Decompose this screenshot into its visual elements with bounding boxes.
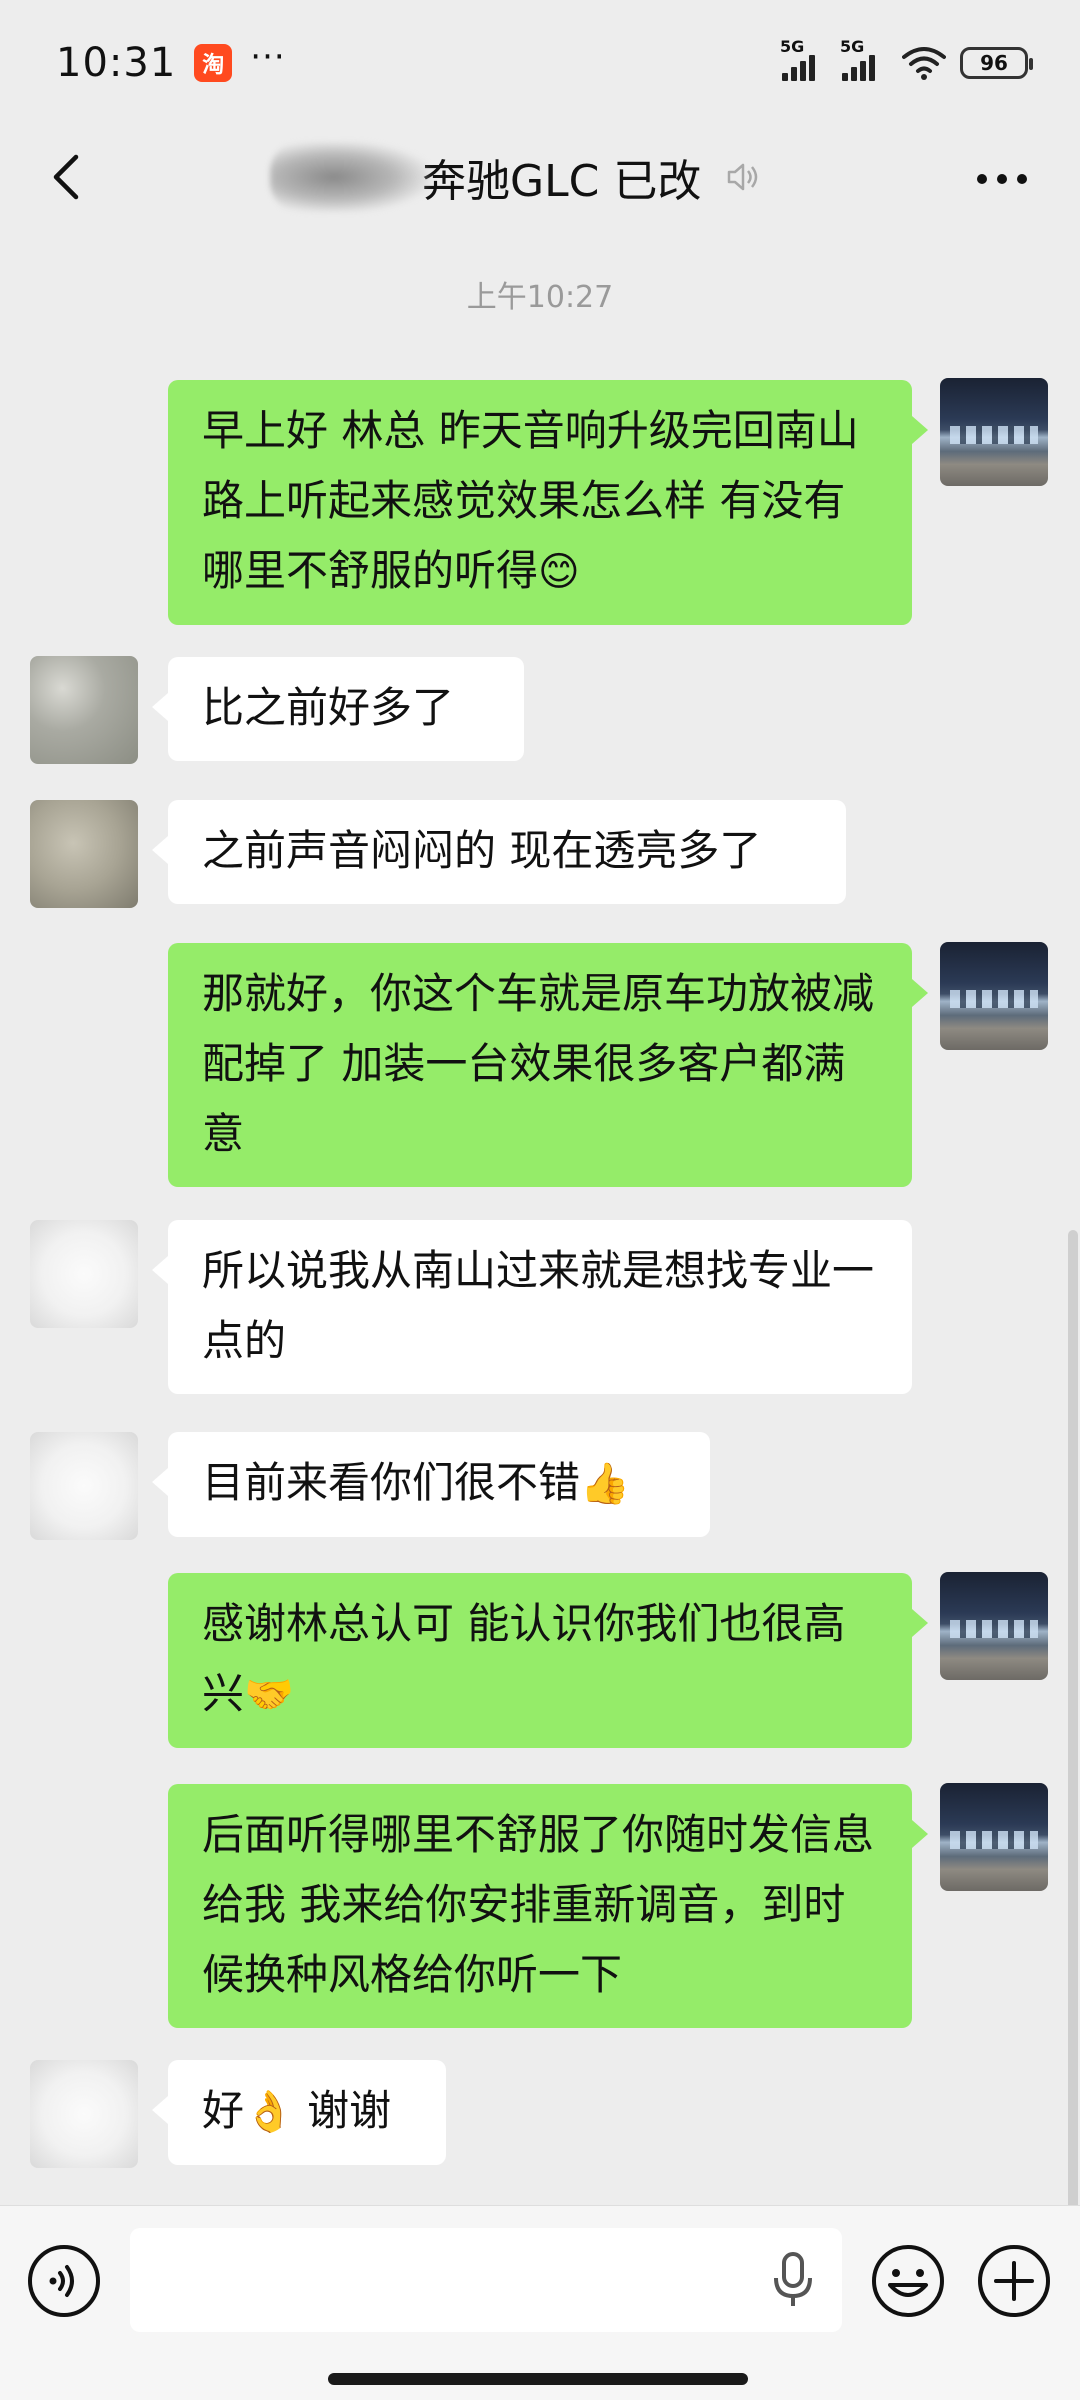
chat-title-group: 奔驰GLC 已改 xyxy=(270,142,761,212)
message-bubble-received[interactable]: 好👌 谢谢 xyxy=(152,2060,446,2165)
taobao-app-icon: 淘 xyxy=(194,43,233,82)
redacted-name-blur xyxy=(270,142,430,212)
emoji-picker-icon[interactable] xyxy=(870,2243,946,2319)
more-notifications-icon: ··· xyxy=(250,36,286,77)
status-bar: 10:31 淘 ··· 5G 5G 96 xyxy=(0,0,1080,125)
chat-title: 奔驰GLC 已改 xyxy=(422,156,702,207)
input-bar xyxy=(0,2205,1080,2400)
smiling-face-emoji: 😊 xyxy=(538,549,580,595)
back-arrow-icon[interactable] xyxy=(38,147,98,207)
status-time: 10:31 xyxy=(56,39,177,86)
message-bubble-received[interactable]: 比之前好多了 xyxy=(152,657,524,761)
microphone-icon[interactable] xyxy=(770,2250,816,2310)
message-bubble-sent[interactable]: 感谢林总认可 能认识你我们也很高兴🤝 xyxy=(168,1573,928,1748)
ok-hand-emoji: 👌 xyxy=(244,2089,294,2135)
my-avatar[interactable] xyxy=(940,1783,1048,1891)
message-bubble-received[interactable]: 所以说我从南山过来就是想找专业一点的 xyxy=(152,1220,912,1394)
thumbs-up-emoji: 👍 xyxy=(580,1461,630,1507)
message-bubble-received[interactable]: 之前声音闷闷的 现在透亮多了 xyxy=(152,800,846,904)
contact-avatar[interactable] xyxy=(30,1432,138,1540)
chat-header: 奔驰GLC 已改 xyxy=(0,125,1080,235)
message-timestamp: 上午10:27 xyxy=(466,280,614,315)
message-bubble-sent[interactable]: 早上好 林总 昨天音响升级完回南山路上听起来感觉效果怎么样 有没有哪里不舒服的听… xyxy=(168,380,928,625)
signal-5g-icon-2: 5G xyxy=(840,37,888,81)
battery-icon: 96 xyxy=(960,46,1033,79)
voice-mode-icon[interactable] xyxy=(26,2243,102,2319)
signal-5g-icon: 5G xyxy=(780,37,828,81)
contact-avatar[interactable] xyxy=(30,1220,138,1328)
contact-avatar[interactable] xyxy=(30,656,138,764)
my-avatar[interactable] xyxy=(940,378,1048,486)
status-left: 10:31 淘 ··· xyxy=(56,36,286,86)
message-bubble-received[interactable]: 目前来看你们很不错👍 xyxy=(152,1432,710,1537)
home-indicator[interactable] xyxy=(328,2373,748,2385)
chat-scrollbar[interactable] xyxy=(1068,1230,1078,2210)
my-avatar[interactable] xyxy=(940,942,1048,1050)
message-bubble-sent[interactable]: 后面听得哪里不舒服了你随时发信息给我 我来给你安排重新调音，到时候换种风格给你听… xyxy=(168,1784,928,2028)
contact-avatar[interactable] xyxy=(30,2060,138,2168)
status-right: 5G 5G 96 xyxy=(780,37,1033,81)
handshake-emoji: 🤝 xyxy=(244,1672,294,1718)
add-attachment-icon[interactable] xyxy=(976,2243,1052,2319)
mute-notifications-icon xyxy=(728,163,758,191)
message-bubble-sent[interactable]: 那就好，你这个车就是原车功放被减配掉了 加装一台效果很多客户都满意 xyxy=(168,943,928,1187)
my-avatar[interactable] xyxy=(940,1572,1048,1680)
wifi-icon xyxy=(902,46,946,80)
message-input[interactable] xyxy=(130,2228,842,2332)
more-options-icon[interactable] xyxy=(974,159,1030,199)
contact-avatar[interactable] xyxy=(30,800,138,908)
